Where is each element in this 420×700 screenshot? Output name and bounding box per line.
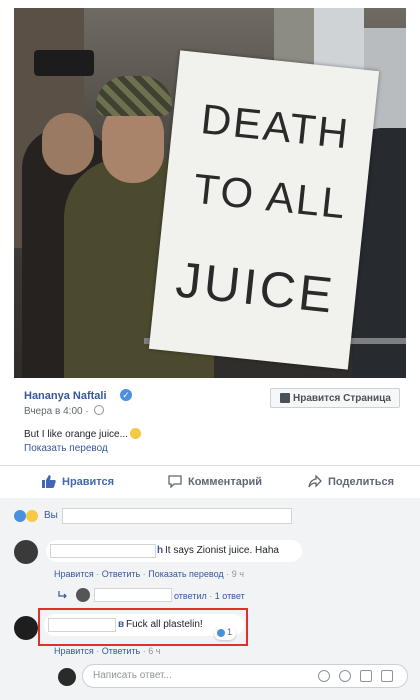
like-page-label: Нравится Страница: [293, 393, 391, 404]
sticker-icon[interactable]: [381, 670, 393, 682]
post-author[interactable]: Hananya Naftali: [24, 390, 107, 402]
share-icon: [308, 475, 322, 488]
post-photo[interactable]: DEATH TO ALL JUICE: [14, 8, 406, 378]
comment-time: 9 ч: [231, 569, 244, 579]
highlight-box: [38, 608, 248, 646]
current-user-avatar: [58, 668, 76, 686]
comment-like-link[interactable]: Нравится: [54, 569, 94, 579]
camera-icon[interactable]: [339, 670, 351, 682]
video-camera: [34, 50, 94, 76]
haha-reaction-icon: [26, 510, 38, 522]
reply-arrow-icon: [58, 591, 67, 599]
redacted-name: [94, 588, 172, 602]
share-label: Поделиться: [328, 476, 395, 488]
comment-bubble: h It says Zionist juice. Haha: [46, 540, 302, 562]
verified-check-icon: ✓: [120, 389, 132, 401]
comment-reply-link[interactable]: Ответить: [102, 569, 140, 579]
like-label: Нравится: [62, 476, 115, 488]
reply-avatar: [76, 588, 90, 602]
comments-section: Вы h It says Zionist juice. Haha Нравитс…: [0, 498, 420, 700]
like-reaction-icon: [14, 510, 26, 522]
sign-line-1: DEATH: [199, 95, 352, 157]
like-page-button[interactable]: Нравится Страница: [270, 388, 400, 408]
comment-icon: [168, 475, 182, 488]
comment-text: It says Zionist juice. Haha: [165, 545, 279, 556]
post-time[interactable]: Вчера в 4:00 ·: [24, 406, 89, 417]
sign-line-3: JUICE: [173, 251, 337, 323]
laughing-emoji-icon: [129, 428, 141, 439]
redacted-name: [50, 544, 156, 558]
thumbs-up-icon: [42, 475, 56, 488]
comment-meta: Нравится · Ответить · 6 ч: [54, 646, 161, 656]
avatar[interactable]: [14, 540, 38, 564]
post-header: Hananya Naftali ✓ Вчера в 4:00 · Нравитс…: [14, 378, 406, 463]
thumbs-up-icon: [280, 393, 290, 403]
person-left-head: [42, 113, 94, 175]
comment-meta: Нравится · Ответить · Показать перевод ·…: [54, 569, 244, 579]
reply-input-container: [82, 664, 408, 688]
comment-translate-link[interactable]: Показать перевод: [148, 569, 223, 579]
comment-time: 6 ч: [148, 646, 161, 656]
comment-label: Комментарий: [188, 476, 263, 488]
comment-reply-link[interactable]: Ответить: [102, 646, 140, 656]
globe-icon: [94, 405, 104, 415]
show-translation-link[interactable]: Показать перевод: [24, 443, 108, 454]
protest-sign: DEATH TO ALL JUICE: [148, 50, 380, 370]
post-text: But I like orange juice...: [24, 428, 141, 440]
reactions-text: Вы: [44, 510, 58, 521]
emoji-icon[interactable]: [318, 670, 330, 682]
post-actions-bar: Нравится Комментарий Поделиться: [0, 465, 420, 500]
redacted-name: [62, 508, 292, 524]
reply-thread-link[interactable]: ответил · 1 ответ: [174, 591, 245, 601]
comment-author-suffix[interactable]: h: [157, 545, 163, 556]
gif-icon[interactable]: [360, 670, 372, 682]
reply-input[interactable]: [91, 669, 295, 682]
avatar[interactable]: [14, 616, 38, 640]
protester-cap: [96, 76, 172, 116]
sign-line-2: TO ALL: [191, 165, 349, 228]
comment-like-link[interactable]: Нравится: [54, 646, 94, 656]
